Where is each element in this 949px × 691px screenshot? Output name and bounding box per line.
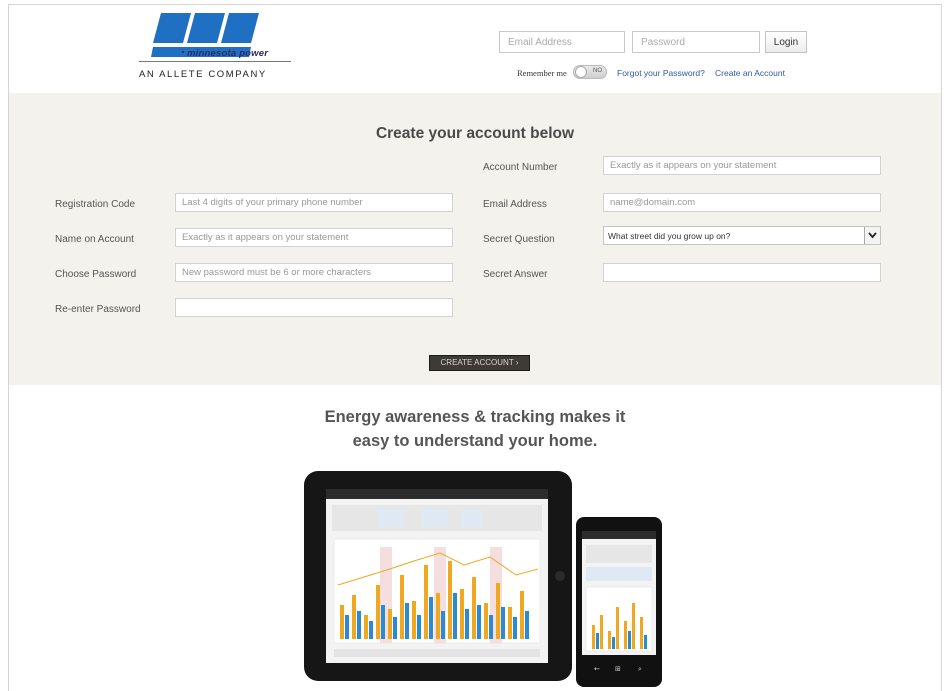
promo-heading-line1: Energy awareness & tracking makes it <box>324 408 626 426</box>
secret-answer-input[interactable] <box>603 263 881 282</box>
devices-illustration: ← ⊞ ⌕ <box>304 471 662 687</box>
account-number-label: Account Number <box>483 162 558 173</box>
tablet-device-icon <box>304 471 572 681</box>
promo-heading-line2: easy to understand your home. <box>352 432 598 450</box>
account-number-input[interactable] <box>603 156 881 175</box>
arrow-right-icon: › <box>515 358 519 367</box>
secret-question-label: Secret Question <box>483 234 555 245</box>
secret-answer-label: Secret Answer <box>483 269 548 280</box>
registration-code-input[interactable] <box>175 193 453 212</box>
choose-password-input[interactable] <box>175 263 453 282</box>
login-button[interactable]: Login <box>765 31 807 53</box>
create-account-label: CREATE ACCOUNT <box>440 358 514 367</box>
remember-me-toggle[interactable]: NO <box>573 65 607 79</box>
reenter-password-input[interactable] <box>175 298 453 317</box>
secret-question-value: What street did you grow up on? <box>608 231 731 241</box>
svg-text:⌕: ⌕ <box>638 665 642 673</box>
chevron-down-icon[interactable] <box>864 227 880 244</box>
logo: minnesota power AN ALLETE COMPANY <box>139 11 299 91</box>
promo-section: Energy awareness & tracking makes it eas… <box>9 385 941 691</box>
header: minnesota power AN ALLETE COMPANY Login … <box>9 5 941 93</box>
brand-tagline: AN ALLETE COMPANY <box>139 69 267 80</box>
name-on-account-label: Name on Account <box>55 234 134 245</box>
create-account-link[interactable]: Create an Account <box>715 68 785 78</box>
svg-text:⊞: ⊞ <box>615 665 621 673</box>
secret-question-select[interactable]: What street did you grow up on? <box>603 226 881 245</box>
name-on-account-input[interactable] <box>175 228 453 247</box>
forgot-password-link[interactable]: Forgot your Password? <box>617 68 705 78</box>
logo-divider <box>139 61 291 62</box>
email-address-label: Email Address <box>483 199 547 210</box>
toggle-state-label: NO <box>593 68 602 74</box>
login-password-input[interactable] <box>632 31 760 53</box>
reenter-password-label: Re-enter Password <box>55 304 141 315</box>
svg-text:←: ← <box>594 665 600 673</box>
create-account-button[interactable]: CREATE ACCOUNT › <box>429 355 530 371</box>
email-address-input[interactable] <box>603 193 881 212</box>
login-email-input[interactable] <box>499 31 625 53</box>
registration-code-label: Registration Code <box>55 199 136 210</box>
toggle-knob <box>575 66 587 78</box>
choose-password-label: Choose Password <box>55 269 137 280</box>
brand-name: minnesota power <box>187 48 269 59</box>
promo-heading: Energy awareness & tracking makes it eas… <box>9 405 941 453</box>
remember-me-label: Remember me <box>517 68 567 78</box>
phone-device-icon: ← ⊞ ⌕ <box>576 517 662 687</box>
page-frame: minnesota power AN ALLETE COMPANY Login … <box>8 4 942 691</box>
registration-form: Create your account below Registration C… <box>9 93 941 385</box>
form-title: Create your account below <box>375 125 575 142</box>
